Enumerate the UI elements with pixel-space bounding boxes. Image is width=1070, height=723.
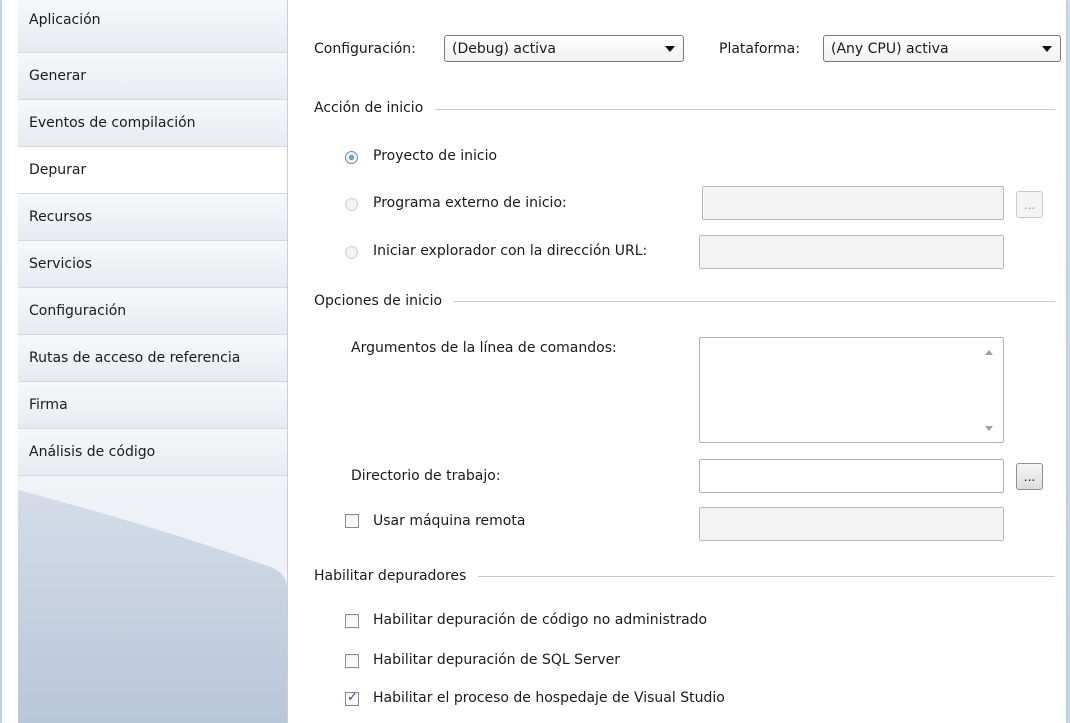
sidebar-item-recursos[interactable]: Recursos bbox=[18, 194, 287, 241]
sidebar-item-label: Depurar bbox=[29, 162, 87, 178]
start-options-title: Opciones de inicio bbox=[314, 293, 455, 309]
sidebar-item-label: Recursos bbox=[29, 209, 93, 225]
browse-external-button[interactable]: ... bbox=[1016, 191, 1043, 218]
unmanaged-debug-label: Habilitar depuración de código no admini… bbox=[373, 612, 708, 628]
remote-machine-checkbox[interactable] bbox=[345, 514, 359, 528]
configuration-label: Configuración: bbox=[314, 41, 416, 57]
sidebar-item-label: Configuración bbox=[29, 303, 127, 319]
platform-label: Plataforma: bbox=[719, 41, 800, 57]
sidebar-item-configuracion[interactable]: Configuración bbox=[18, 288, 287, 335]
chevron-down-icon bbox=[665, 46, 675, 52]
workdir-label: Directorio de trabajo: bbox=[351, 468, 501, 484]
start-project-label: Proyecto de inicio bbox=[373, 148, 498, 164]
args-textarea[interactable] bbox=[699, 337, 1004, 443]
radio-start-project[interactable] bbox=[345, 151, 358, 164]
scroll-up-icon[interactable] bbox=[985, 350, 993, 355]
remote-machine-field[interactable] bbox=[699, 507, 1004, 541]
external-program-label: Programa externo de inicio: bbox=[373, 195, 567, 211]
platform-dropdown[interactable]: (Any CPU) activa bbox=[823, 35, 1061, 62]
sql-debug-checkbox[interactable] bbox=[345, 654, 359, 668]
scroll-down-icon[interactable] bbox=[985, 426, 993, 431]
start-url-label: Iniciar explorador con la dirección URL: bbox=[373, 243, 648, 259]
args-label: Argumentos de la línea de comandos: bbox=[351, 340, 617, 356]
sidebar: Aplicación Generar Eventos de compilació… bbox=[18, 0, 288, 723]
sidebar-item-servicios[interactable]: Servicios bbox=[18, 241, 287, 288]
remote-machine-label: Usar máquina remota bbox=[373, 513, 526, 529]
checkmark-icon: ✓ bbox=[347, 690, 358, 705]
unmanaged-debug-checkbox[interactable] bbox=[345, 614, 359, 628]
external-program-field[interactable] bbox=[702, 186, 1004, 220]
debuggers-title: Habilitar depuradores bbox=[314, 568, 479, 584]
vs-hosting-label: Habilitar el proceso de hospedaje de Vis… bbox=[373, 690, 725, 706]
sidebar-item-label: Rutas de acceso de referencia bbox=[29, 350, 241, 366]
sidebar-item-firma[interactable]: Firma bbox=[18, 382, 287, 429]
sidebar-item-aplicacion[interactable]: Aplicación bbox=[18, 0, 287, 53]
sidebar-item-label: Aplicación bbox=[29, 12, 101, 28]
workdir-field[interactable] bbox=[699, 459, 1004, 493]
vs-hosting-checkbox[interactable]: ✓ bbox=[345, 690, 359, 706]
configuration-value: (Debug) activa bbox=[452, 40, 556, 57]
chevron-down-icon bbox=[1042, 46, 1052, 52]
platform-value: (Any CPU) activa bbox=[831, 40, 949, 57]
start-action-title: Acción de inicio bbox=[314, 100, 436, 116]
sidebar-item-label: Servicios bbox=[29, 256, 92, 272]
sidebar-item-depurar[interactable]: Depurar bbox=[18, 147, 287, 194]
browse-workdir-button[interactable]: ... bbox=[1016, 463, 1043, 490]
sidebar-item-label: Eventos de compilación bbox=[29, 115, 196, 131]
sidebar-item-generar[interactable]: Generar bbox=[18, 53, 287, 100]
radio-external-program[interactable] bbox=[345, 198, 358, 211]
sidebar-item-eventos-compilacion[interactable]: Eventos de compilación bbox=[18, 100, 287, 147]
sql-debug-label: Habilitar depuración de SQL Server bbox=[373, 652, 621, 668]
start-url-field[interactable] bbox=[699, 235, 1004, 269]
sidebar-decoration bbox=[18, 490, 287, 723]
sidebar-item-label: Firma bbox=[29, 397, 68, 413]
configuration-dropdown[interactable]: (Debug) activa bbox=[444, 35, 684, 62]
radio-start-url[interactable] bbox=[345, 246, 358, 259]
sidebar-item-analisis-codigo[interactable]: Análisis de código bbox=[18, 429, 287, 476]
sidebar-item-label: Generar bbox=[29, 68, 87, 84]
sidebar-item-label: Análisis de código bbox=[29, 444, 156, 460]
sidebar-item-rutas-referencia[interactable]: Rutas de acceso de referencia bbox=[18, 335, 287, 382]
debug-properties-panel: Configuración: (Debug) activa Plataforma… bbox=[288, 0, 1066, 723]
